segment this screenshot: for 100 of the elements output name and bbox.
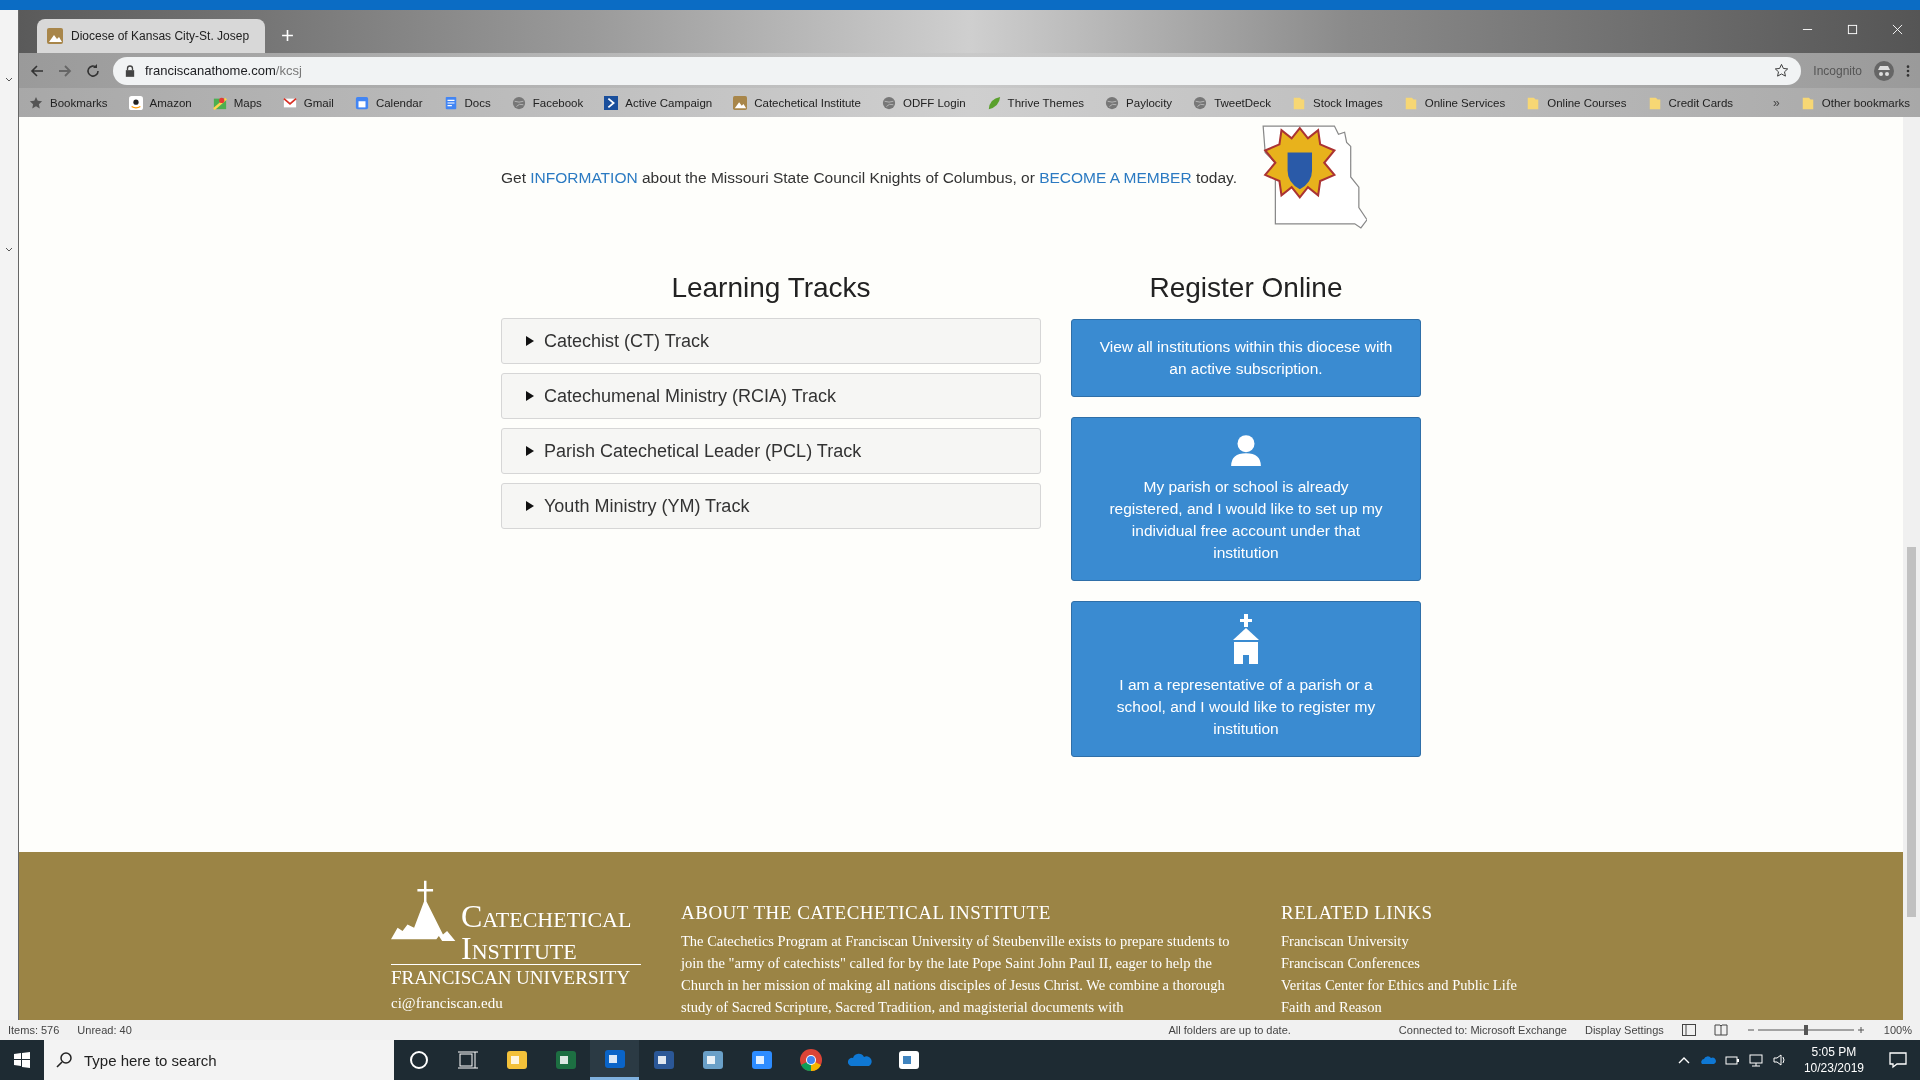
bookmark-item[interactable]: Paylocity [1105,95,1173,110]
logo-title: Catechetical [461,900,632,932]
person-icon [1229,434,1263,466]
footer-heading: RELATED LINKS [1281,902,1434,924]
network-icon[interactable] [1747,1052,1764,1068]
display-settings-button[interactable]: Display Settings [1585,1024,1664,1036]
caret-icon [526,446,534,456]
bookmark-item[interactable]: Facebook [511,95,584,110]
bookmark-item[interactable]: Thrive Themes [986,95,1085,110]
become-member-link[interactable]: BECOME A MEMBER [1039,169,1192,186]
bookmark-item[interactable]: ODFF Login [881,95,966,110]
about-text: The Catechetics Program at Franciscan University of Steubenville exists to prepare students to join the "army of catechists" called for by the late Pope Saint John Paul II, eager to help the Church in her mission of making all nations disciples of Jesus Christ. We combine a thorough study of Sacred Scripture, Sacred Tradition, and magisterial documents with [681,932,1231,1017]
bookmark-item[interactable]: Amazon [128,95,192,110]
browser-tab[interactable]: Diocese of Kansas City-St. Josep [37,19,265,53]
church-icon [1231,614,1261,664]
site-icon [47,28,63,44]
task-view-icon [455,1048,480,1072]
bookmark-icon [212,95,227,110]
accordion-item[interactable]: Catechist (CT) Track [501,318,1041,364]
bookmark-icon [1526,95,1541,110]
bookmark-item[interactable]: Calendar [354,95,423,110]
menu-icon[interactable] [1906,63,1910,78]
bookmark-item[interactable]: Active Campaign [604,95,713,110]
bookmark-icon [443,95,458,110]
logo-title: Institute [461,932,578,964]
footer-link[interactable]: Faith and Reason [1281,996,1517,1018]
bookmark-item[interactable]: Gmail [282,95,334,110]
maximize-icon[interactable] [1847,24,1858,35]
bookmark-item[interactable]: Catechetical Institute [733,95,861,110]
lock-icon [125,64,135,77]
address-bar[interactable]: franciscanathome.com/kcsj [113,56,1802,85]
bookmark-icon [1647,95,1662,110]
footer-link[interactable]: Franciscan University [1281,930,1517,952]
search-icon [56,1052,72,1068]
bookmark-item[interactable]: Other bookmarks [1800,95,1910,110]
accordion-item[interactable]: Catechumenal Ministry (RCIA) Track [501,373,1041,419]
bookmark-icon [986,95,1001,110]
scrollbar[interactable] [1903,117,1920,1020]
bookmark-item[interactable]: Stock Images [1292,95,1383,110]
incognito-icon[interactable] [1874,60,1894,81]
accordion-item[interactable]: Youth Ministry (YM) Track [501,483,1041,529]
more-bookmarks-button[interactable]: » [1773,95,1780,110]
taskbar-app[interactable] [590,1040,639,1080]
section-heading: Learning Tracks [671,271,871,305]
clock[interactable]: 5:05 PM 10/23/2019 [1803,1044,1864,1076]
footer-heading: ABOUT THE CATECHETICAL INSTITUTE [681,902,1052,924]
normal-view-icon[interactable] [1681,1024,1696,1036]
status-text: All folders are up to date. [1168,1024,1291,1036]
register-button[interactable]: View all institutions within this diocese with an active subscription. [1071,319,1421,397]
bookmark-item[interactable]: Credit Cards [1647,95,1734,110]
register-button[interactable]: I am a representative of a parish or a school, and I would like to register my institution [1071,601,1421,757]
reload-icon[interactable] [85,62,101,79]
bookmark-icon [1105,95,1120,110]
caret-icon [526,391,534,401]
notification-icon[interactable] [1888,1050,1908,1070]
bookmark-icon [1403,95,1418,110]
bookmark-icon [604,95,619,110]
search-field[interactable]: Type here to search [44,1040,394,1080]
bookmark-item[interactable]: Online Services [1403,95,1506,110]
footer-link[interactable]: Franciscan Conferences [1281,952,1517,974]
folder-icon [504,1048,529,1072]
app-icon [553,1048,578,1072]
register-button[interactable]: My parish or school is already registered, and I would like to set up my individual free account under that institution [1071,417,1421,581]
status-text: Unread: 40 [77,1024,132,1036]
slider-thumb[interactable] [1803,1025,1808,1035]
folder-icon [1800,95,1815,110]
bookmark-icon [511,95,526,110]
browser-icon [798,1048,823,1072]
bookmark-icon [29,95,43,110]
bookmark-star-icon[interactable] [1774,63,1790,78]
bookmark-icon [1292,95,1306,110]
bookmark-icon [354,95,369,110]
app-icon [700,1048,725,1072]
volume-icon[interactable] [1771,1052,1788,1068]
information-link[interactable]: INFORMATION [530,169,638,186]
bookmark-item[interactable]: TweetDeck [1193,95,1271,110]
footer-link[interactable]: Veritas Center for Ethics and Public Life [1281,974,1517,996]
accordion-item[interactable]: Parish Catechetical Leader (PCL) Track [501,428,1041,474]
close-icon[interactable] [1892,24,1903,35]
bookmark-item[interactable]: Bookmarks [29,95,108,110]
caret-icon [526,336,534,346]
zoom-slider[interactable] [1745,1024,1866,1036]
bookmark-icon [881,95,896,110]
bookmark-icon [282,95,297,110]
app-icon [749,1048,774,1072]
logo-subtitle: FRANCISCAN UNIVERSITY [391,964,641,989]
bookmark-item[interactable]: Online Courses [1526,95,1627,110]
status-text: Items: 576 [8,1024,60,1036]
start-icon[interactable] [14,1052,30,1068]
caret-icon [526,501,534,511]
status-text: Connected to: Microsoft Exchange [1398,1024,1567,1036]
email-link[interactable]: ci@franciscan.edu [391,995,641,1012]
reading-view-icon[interactable] [1713,1024,1728,1036]
bookmark-item[interactable]: Maps [212,95,262,110]
incognito-label: Incognito [1813,63,1862,78]
bookmark-item[interactable]: Docs [443,95,491,110]
back-icon[interactable] [29,62,45,79]
new-tab-icon[interactable] [281,29,294,42]
intro-text: Get INFORMATION about the Missouri State Council Knights of Columbus, or BECOME A MEMBER today. [501,169,1237,187]
app-icon [651,1048,676,1072]
